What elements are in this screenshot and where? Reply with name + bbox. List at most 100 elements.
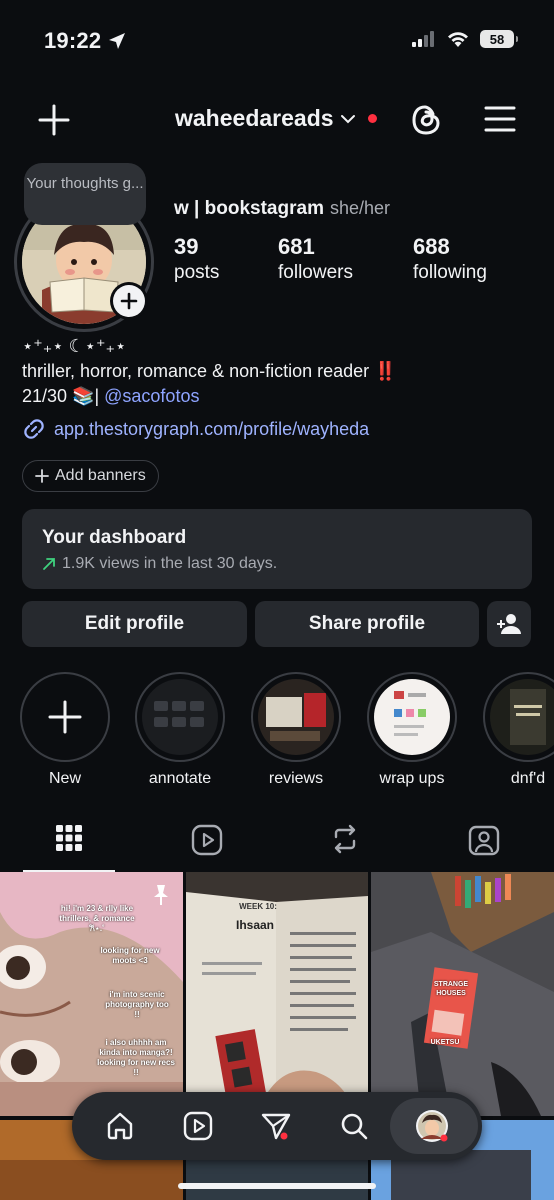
stat-posts[interactable]: 39 posts xyxy=(174,234,219,284)
send-icon xyxy=(261,1113,291,1140)
add-person-icon xyxy=(497,614,521,634)
display-name: w | bookstagram xyxy=(174,198,324,219)
notification-dot xyxy=(367,114,377,123)
tab-reposts[interactable] xyxy=(299,820,391,872)
highlight-label: reviews xyxy=(268,770,324,787)
bio: ⋆⁺₊⋆ ☾⋆⁺₊⋆ thriller, horror, romance & n… xyxy=(22,334,542,409)
dashboard-subtitle-row: 1.9K views in the last 30 days. xyxy=(42,555,512,573)
bottom-navigation xyxy=(72,1092,482,1160)
stat-value: 681 xyxy=(278,234,315,259)
highlight-label: New xyxy=(48,770,81,787)
tab-tagged[interactable] xyxy=(438,820,530,872)
profile-link[interactable]: app.thestorygraph.com/profile/wayheda xyxy=(22,417,369,441)
highlight-cover xyxy=(142,679,218,755)
discover-people-button[interactable] xyxy=(487,601,531,647)
highlight-cover xyxy=(374,679,450,755)
grid-icon xyxy=(56,825,82,851)
stat-label: following xyxy=(413,262,487,283)
tab-reels[interactable] xyxy=(161,820,253,872)
stat-following[interactable]: 688 following xyxy=(413,234,487,284)
nav-reels[interactable] xyxy=(178,1106,218,1146)
reels-icon xyxy=(183,1111,213,1141)
highlight-dnfd[interactable]: dnf'd xyxy=(482,672,554,788)
post-tile-2[interactable]: WEEK 10: Ihsaan xyxy=(186,872,368,1116)
plus-icon xyxy=(35,469,49,483)
bio-line-3: 21/30 📚| @sacofotos xyxy=(22,384,542,409)
plus-icon xyxy=(48,700,82,734)
post-text-line: looking for new moots <3 xyxy=(100,946,160,965)
edit-profile-button[interactable]: Edit profile xyxy=(22,601,247,647)
status-time: 19:22 xyxy=(44,28,102,53)
battery-indicator: 58 xyxy=(480,30,518,48)
stat-followers[interactable]: 681 followers xyxy=(278,234,353,284)
share-profile-label: Share profile xyxy=(308,613,426,634)
highlight-ring xyxy=(251,672,341,762)
nav-search[interactable] xyxy=(334,1106,374,1146)
highlight-label: wrap ups xyxy=(379,770,445,787)
highlight-wrap-ups[interactable]: wrap ups xyxy=(366,672,458,788)
trend-up-icon xyxy=(43,558,55,570)
display-name-row: w | bookstagram she/her xyxy=(174,198,390,220)
note-text: Your thoughts g... xyxy=(26,175,144,192)
tagged-person-icon xyxy=(468,825,500,856)
post-text-line: hi! i'm 23 & rlly like thrillers, & roma… xyxy=(59,904,135,933)
tab-posts-grid[interactable] xyxy=(23,820,115,872)
highlight-ring xyxy=(20,672,110,762)
dashboard-subtitle: 1.9K views in the last 30 days. xyxy=(62,555,278,572)
highlight-new[interactable]: New xyxy=(19,672,111,788)
bio-line-2: thriller, horror, romance & non-fiction … xyxy=(22,361,397,381)
add-story-plus xyxy=(113,285,145,317)
status-time-group: 19:22 xyxy=(44,28,127,54)
nav-profile[interactable] xyxy=(412,1106,452,1146)
link-icon xyxy=(24,419,44,439)
bio-reading-count: 21/30 📚| xyxy=(22,386,105,406)
repost-icon xyxy=(334,824,356,854)
home-icon xyxy=(107,1112,133,1140)
threads-icon[interactable] xyxy=(406,100,446,140)
share-profile-button[interactable]: Share profile xyxy=(255,601,479,647)
post-week-heading: WEEK 10: xyxy=(239,902,277,911)
home-indicator[interactable] xyxy=(178,1183,376,1189)
nav-direct-messages[interactable] xyxy=(256,1106,296,1146)
chevron-down-icon xyxy=(340,114,355,123)
dashboard-card[interactable]: Your dashboard 1.9K views in the last 30… xyxy=(22,509,532,589)
post-tile-3[interactable]: STRANGE HOUSES UKETSU xyxy=(371,872,554,1116)
profile-tabs xyxy=(0,820,554,872)
highlight-cover xyxy=(258,679,334,755)
wifi-icon xyxy=(448,32,468,47)
profile-link-text: app.thestorygraph.com/profile/wayheda xyxy=(54,418,370,439)
post-tile-1[interactable]: hi! i'm 23 & rlly like thrillers, & roma… xyxy=(0,872,183,1116)
profile-avatar-icon xyxy=(416,1110,448,1142)
dashboard-title: Your dashboard xyxy=(42,527,187,548)
status-bar: 19:22 58 xyxy=(0,0,554,84)
highlight-annotate[interactable]: annotate xyxy=(134,672,226,788)
menu-icon[interactable] xyxy=(484,104,516,134)
note-bubble[interactable]: Your thoughts g... xyxy=(24,163,146,225)
stat-value: 39 xyxy=(174,234,199,259)
add-story-button[interactable] xyxy=(110,282,148,320)
post-text-line: i also uhhhh am kinda into manga?! looki… xyxy=(97,1038,175,1077)
highlight-cover xyxy=(490,679,554,755)
highlight-label: annotate xyxy=(148,770,212,787)
highlight-reviews[interactable]: reviews xyxy=(250,672,342,788)
post-book-title: STRANGE HOUSES xyxy=(433,981,469,997)
pin-icon xyxy=(154,885,168,905)
stat-label: posts xyxy=(174,262,220,283)
bio-mention-link[interactable]: @sacofotos xyxy=(104,386,199,406)
username: waheedareads xyxy=(175,105,334,131)
add-banners-button[interactable]: Add banners xyxy=(22,460,159,492)
nav-home[interactable] xyxy=(100,1106,140,1146)
stat-label: followers xyxy=(278,262,353,283)
account-switcher[interactable]: waheedareads xyxy=(175,105,377,132)
post-book-author: UKETSU xyxy=(430,1039,460,1046)
post-chapter-name: Ihsaan xyxy=(235,918,274,932)
profile-header: waheedareads xyxy=(0,96,554,144)
highlight-ring xyxy=(135,672,225,762)
search-icon xyxy=(341,1113,368,1140)
post-text-line: i'm into scenic photography too !! xyxy=(105,990,169,1019)
pronouns: she/her xyxy=(329,198,391,218)
create-plus-icon[interactable] xyxy=(36,102,72,138)
cellular-signal-icon xyxy=(412,31,434,47)
location-arrow-icon xyxy=(109,33,126,49)
highlight-ring xyxy=(367,672,457,762)
